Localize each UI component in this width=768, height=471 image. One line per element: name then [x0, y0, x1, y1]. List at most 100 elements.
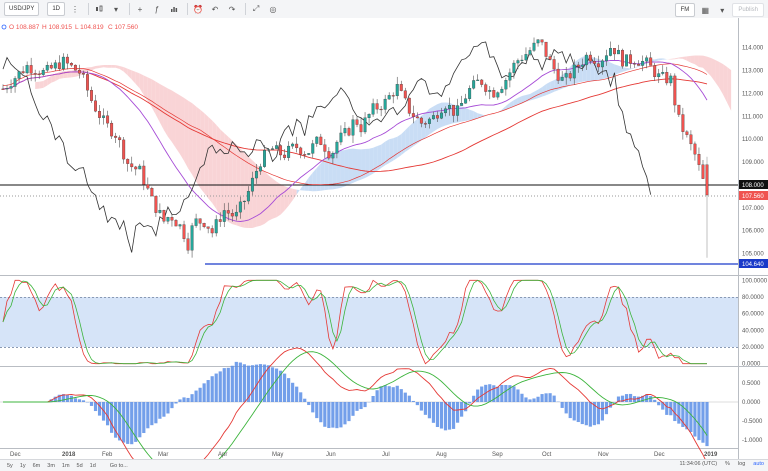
time-axis-label: Oct: [542, 452, 552, 458]
candle-body: [243, 201, 246, 202]
goto-date-button[interactable]: Go to...: [110, 463, 128, 469]
candle-body: [251, 178, 254, 191]
symbol-search[interactable]: USD/JPY: [4, 2, 39, 16]
candle-body: [521, 60, 524, 61]
candle-body: [271, 149, 274, 150]
candle-body: [50, 65, 53, 68]
chart-canvas[interactable]: O 108.887 H 108.915 L 104.819 C 107.560 …: [0, 18, 768, 459]
macd-histogram-bar: [110, 402, 113, 433]
macd-histogram-bar: [589, 402, 592, 427]
indicators-icon[interactable]: ƒ: [150, 3, 164, 15]
macd-histogram-bar: [677, 402, 680, 424]
interval-select[interactable]: 1D: [47, 2, 65, 16]
auto-scale-toggle[interactable]: auto: [753, 461, 764, 467]
macd-histogram-bar: [74, 398, 77, 402]
redo-icon[interactable]: ↷: [225, 3, 239, 15]
macd-histogram-bar: [468, 402, 471, 403]
candle-body: [573, 65, 576, 78]
candle-body: [509, 73, 512, 81]
candle-body: [151, 188, 154, 196]
layout-template-button[interactable]: FM: [675, 3, 696, 17]
macd-histogram-bar: [388, 386, 391, 402]
fullscreen-icon[interactable]: ⤢: [249, 3, 263, 15]
macd-histogram-bar: [532, 398, 535, 402]
macd-histogram-bar: [496, 387, 499, 402]
macd-histogram-bar: [372, 396, 375, 402]
macd-histogram-bar: [577, 402, 580, 422]
macd-histogram-bar: [404, 393, 407, 402]
range-1m[interactable]: 1m: [62, 463, 70, 469]
compare-add-icon[interactable]: +: [133, 3, 147, 15]
candle-body: [388, 95, 391, 99]
macd-histogram-bar: [657, 402, 660, 405]
candle-body: [340, 133, 343, 142]
candle-body: [303, 154, 306, 155]
candle-body: [215, 219, 218, 233]
macd-histogram-bar: [219, 371, 222, 402]
macd-histogram-bar: [625, 394, 628, 402]
candle-body: [553, 59, 556, 69]
candle-body: [54, 63, 57, 68]
candle-body: [259, 167, 262, 171]
candle-body: [665, 72, 668, 83]
range-1d[interactable]: 1d: [90, 463, 96, 469]
macd-histogram-bar: [287, 378, 290, 402]
undo-icon[interactable]: ↶: [208, 3, 222, 15]
macd-histogram-bar: [416, 402, 419, 405]
stoch-axis-label: 0.0000: [742, 362, 761, 368]
macd-histogram-bar: [251, 365, 254, 402]
candle-body: [70, 63, 73, 65]
macd-histogram-bar: [335, 402, 338, 428]
range-1y[interactable]: 1y: [20, 463, 26, 469]
cloud-segment: [208, 117, 212, 203]
time-axis-label: 2018: [62, 452, 76, 458]
cloud-segment: [691, 55, 695, 64]
macd-histogram-bar: [331, 402, 334, 428]
range-5d[interactable]: 5d: [77, 463, 83, 469]
screenshot-icon[interactable]: ◎: [266, 3, 280, 15]
candle-body: [332, 153, 335, 158]
candle-body: [239, 202, 242, 212]
time-axis-label: Feb: [102, 452, 113, 458]
interval-dropdown-icon[interactable]: ⋮: [68, 3, 82, 15]
log-toggle[interactable]: log: [738, 461, 745, 467]
candle-body: [360, 125, 363, 132]
candle-body: [207, 227, 210, 229]
candle-body: [456, 106, 459, 116]
time-axis-label: Dec: [10, 452, 21, 458]
candle-body: [396, 84, 399, 96]
cloud-segment: [466, 108, 470, 121]
candle-body: [364, 118, 367, 132]
candle-body: [678, 105, 681, 114]
candle-body: [557, 69, 560, 80]
chart-type-dropdown-icon[interactable]: ▾: [109, 3, 123, 15]
macd-histogram-bar: [488, 384, 491, 402]
layout-grid-icon[interactable]: ▦: [698, 4, 712, 16]
macd-histogram-bar: [347, 402, 350, 421]
alert-icon[interactable]: ⏰: [191, 3, 205, 15]
cloud-segment: [35, 82, 39, 89]
macd-histogram-bar: [456, 402, 459, 423]
range-6m[interactable]: 6m: [33, 463, 41, 469]
candles-style-icon[interactable]: [92, 3, 106, 15]
layout-dropdown-icon[interactable]: ▾: [715, 4, 729, 16]
publish-button[interactable]: Publish: [732, 3, 764, 17]
time-axis-label: 2019: [704, 452, 718, 458]
time-axis-label: Aug: [436, 452, 447, 458]
range-3m[interactable]: 3m: [47, 463, 55, 469]
candle-body: [6, 88, 9, 89]
cloud-segment: [39, 81, 43, 89]
percent-toggle[interactable]: %: [725, 461, 730, 467]
candle-body: [307, 153, 310, 154]
candle-body: [328, 151, 331, 158]
cloud-segment: [104, 65, 108, 68]
candle-body: [86, 74, 89, 90]
candle-body: [698, 154, 701, 165]
candle-body: [669, 76, 672, 83]
candle-body: [155, 196, 158, 213]
candle-body: [102, 116, 105, 118]
candle-body: [10, 86, 13, 88]
templates-icon[interactable]: [167, 3, 181, 15]
range-5y[interactable]: 5y: [7, 463, 13, 469]
candle-body: [26, 65, 29, 73]
